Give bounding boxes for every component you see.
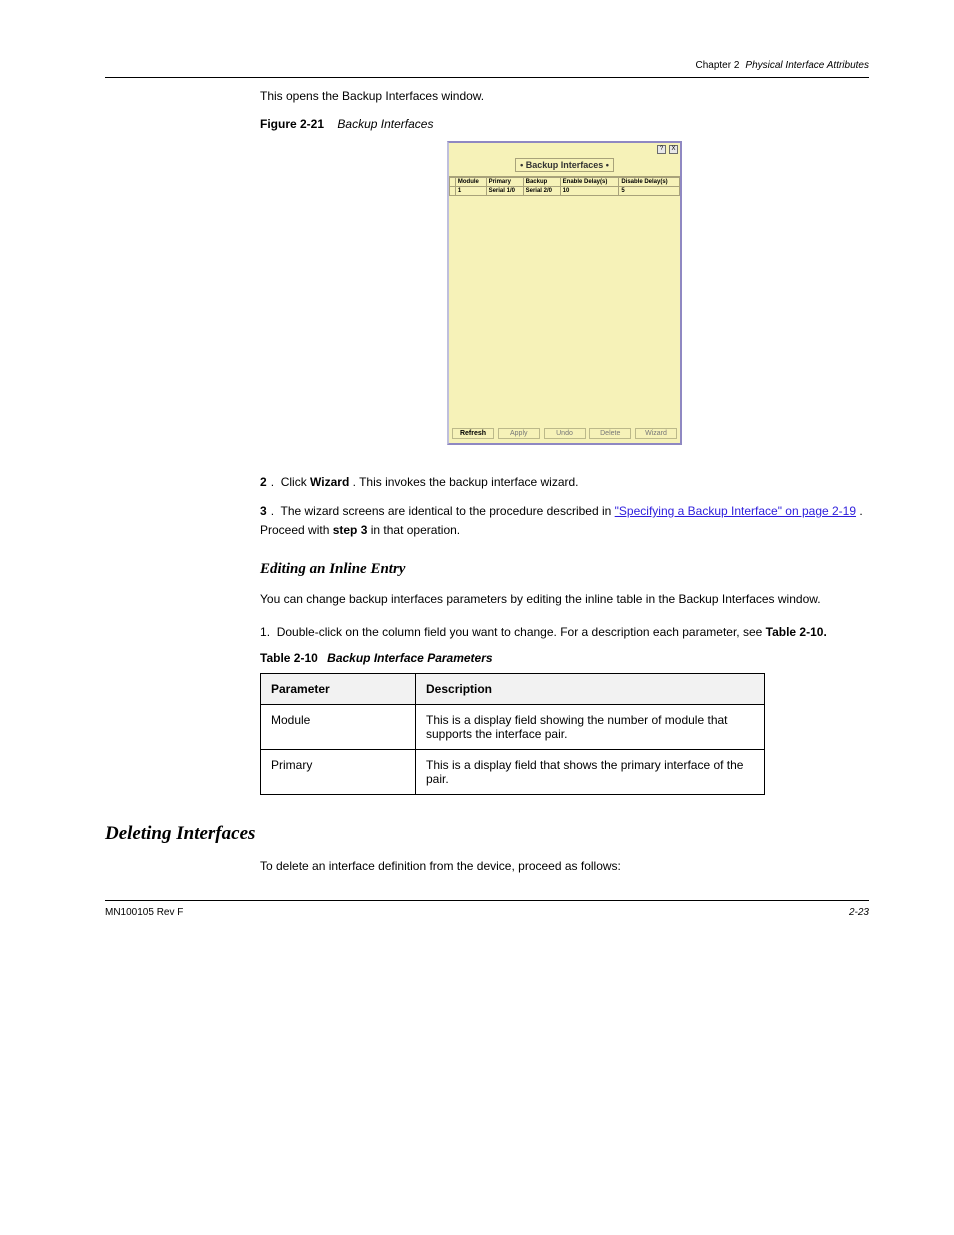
param-header-parameter: Parameter xyxy=(261,674,416,705)
footer-right: 2-23 xyxy=(849,907,869,918)
step-2: 2. Click Wizard . This invokes the backu… xyxy=(260,473,869,492)
cell-backup[interactable]: Serial 2/0 xyxy=(523,187,560,196)
intro-text: This opens the Backup Interfaces window. xyxy=(260,88,869,105)
col-module: Module xyxy=(455,178,486,187)
section-para: To delete an interface definition from t… xyxy=(260,857,869,876)
data-table-area: Module Primary Backup Enable Delay(s) Di… xyxy=(449,176,680,424)
header-title: Physical Interface Attributes xyxy=(745,60,869,71)
step-2-bold: Wizard xyxy=(310,475,349,489)
backup-table[interactable]: Module Primary Backup Enable Delay(s) Di… xyxy=(449,177,680,196)
page-footer: MN100105 Rev F 2-23 xyxy=(105,901,869,918)
cell-enable[interactable]: 10 xyxy=(560,187,619,196)
footer-left: MN100105 Rev F xyxy=(105,907,183,918)
cell-primary[interactable]: Serial 1/0 xyxy=(486,187,523,196)
section-title: Deleting Interfaces xyxy=(105,823,255,844)
inline-step-1-bold: Table 2-10. xyxy=(766,625,827,639)
table-2-10-caption: Table 2-10 Backup Interface Parameters xyxy=(260,651,869,665)
window-title: • Backup Interfaces • xyxy=(515,158,614,172)
table-2-10-title: Backup Interface Parameters xyxy=(327,651,492,665)
inline-para: You can change backup interfaces paramet… xyxy=(260,590,869,609)
apply-button[interactable]: Apply xyxy=(498,428,540,439)
figure-number: Figure 2-21 xyxy=(260,117,324,131)
param-cell-primary-desc: This is a display field that shows the p… xyxy=(416,750,765,795)
param-cell-module-desc: This is a display field showing the numb… xyxy=(416,705,765,750)
step-3-number: 3 xyxy=(260,504,267,518)
step-3: 3. The wizard screens are identical to t… xyxy=(260,502,869,539)
step-3-post3: in that operation. xyxy=(371,523,460,537)
col-disable-delay: Disable Delay(s) xyxy=(619,178,680,187)
section-heading: 2.5.5Deleting Interfaces xyxy=(0,823,869,845)
param-row-module: Module This is a display field showing t… xyxy=(261,705,765,750)
step-2-number: 2 xyxy=(260,475,267,489)
table-2-10-num: Table 2-10 xyxy=(260,651,318,665)
figure-title: Backup Interfaces xyxy=(337,117,433,131)
window-titlebar: ? X xyxy=(449,143,680,155)
inline-step-1: 1. Double-click on the column field you … xyxy=(260,623,869,642)
param-cell-primary: Primary xyxy=(261,750,416,795)
param-cell-module: Module xyxy=(261,705,416,750)
button-row: Refresh Apply Undo Delete Wizard xyxy=(449,424,680,443)
step-2-post: . This invokes the backup interface wiza… xyxy=(353,475,579,489)
col-backup: Backup xyxy=(523,178,560,187)
cell-module[interactable]: 1 xyxy=(455,187,486,196)
param-header-description: Description xyxy=(416,674,765,705)
help-icon[interactable]: ? xyxy=(657,145,666,154)
param-row-primary: Primary This is a display field that sho… xyxy=(261,750,765,795)
param-table: Parameter Description Module This is a d… xyxy=(260,673,765,795)
col-enable-delay: Enable Delay(s) xyxy=(560,178,619,187)
step-3-pre: The wizard screens are identical to the … xyxy=(280,504,614,518)
figure-caption: Figure 2-21 Backup Interfaces xyxy=(260,117,869,131)
undo-button[interactable]: Undo xyxy=(544,428,586,439)
table-row[interactable]: 1 Serial 1/0 Serial 2/0 10 5 xyxy=(450,187,680,196)
backup-interfaces-window: ? X • Backup Interfaces • Module xyxy=(447,141,682,445)
refresh-button[interactable]: Refresh xyxy=(452,428,494,439)
step-2-pre: Click xyxy=(281,475,310,489)
inline-heading: Editing an Inline Entry xyxy=(260,561,869,578)
step-3-bold2: step 3 xyxy=(333,523,368,537)
inline-step-1-text: Double-click on the column field you wan… xyxy=(277,625,766,639)
header-chapter: Chapter 2 xyxy=(696,60,740,71)
cell-disable[interactable]: 5 xyxy=(619,187,680,196)
wizard-button[interactable]: Wizard xyxy=(635,428,677,439)
table-header-row: Module Primary Backup Enable Delay(s) Di… xyxy=(450,178,680,187)
col-primary: Primary xyxy=(486,178,523,187)
delete-button[interactable]: Delete xyxy=(589,428,631,439)
close-icon[interactable]: X xyxy=(669,145,678,154)
step-3-link[interactable]: "Specifying a Backup Interface" on page … xyxy=(615,504,856,518)
